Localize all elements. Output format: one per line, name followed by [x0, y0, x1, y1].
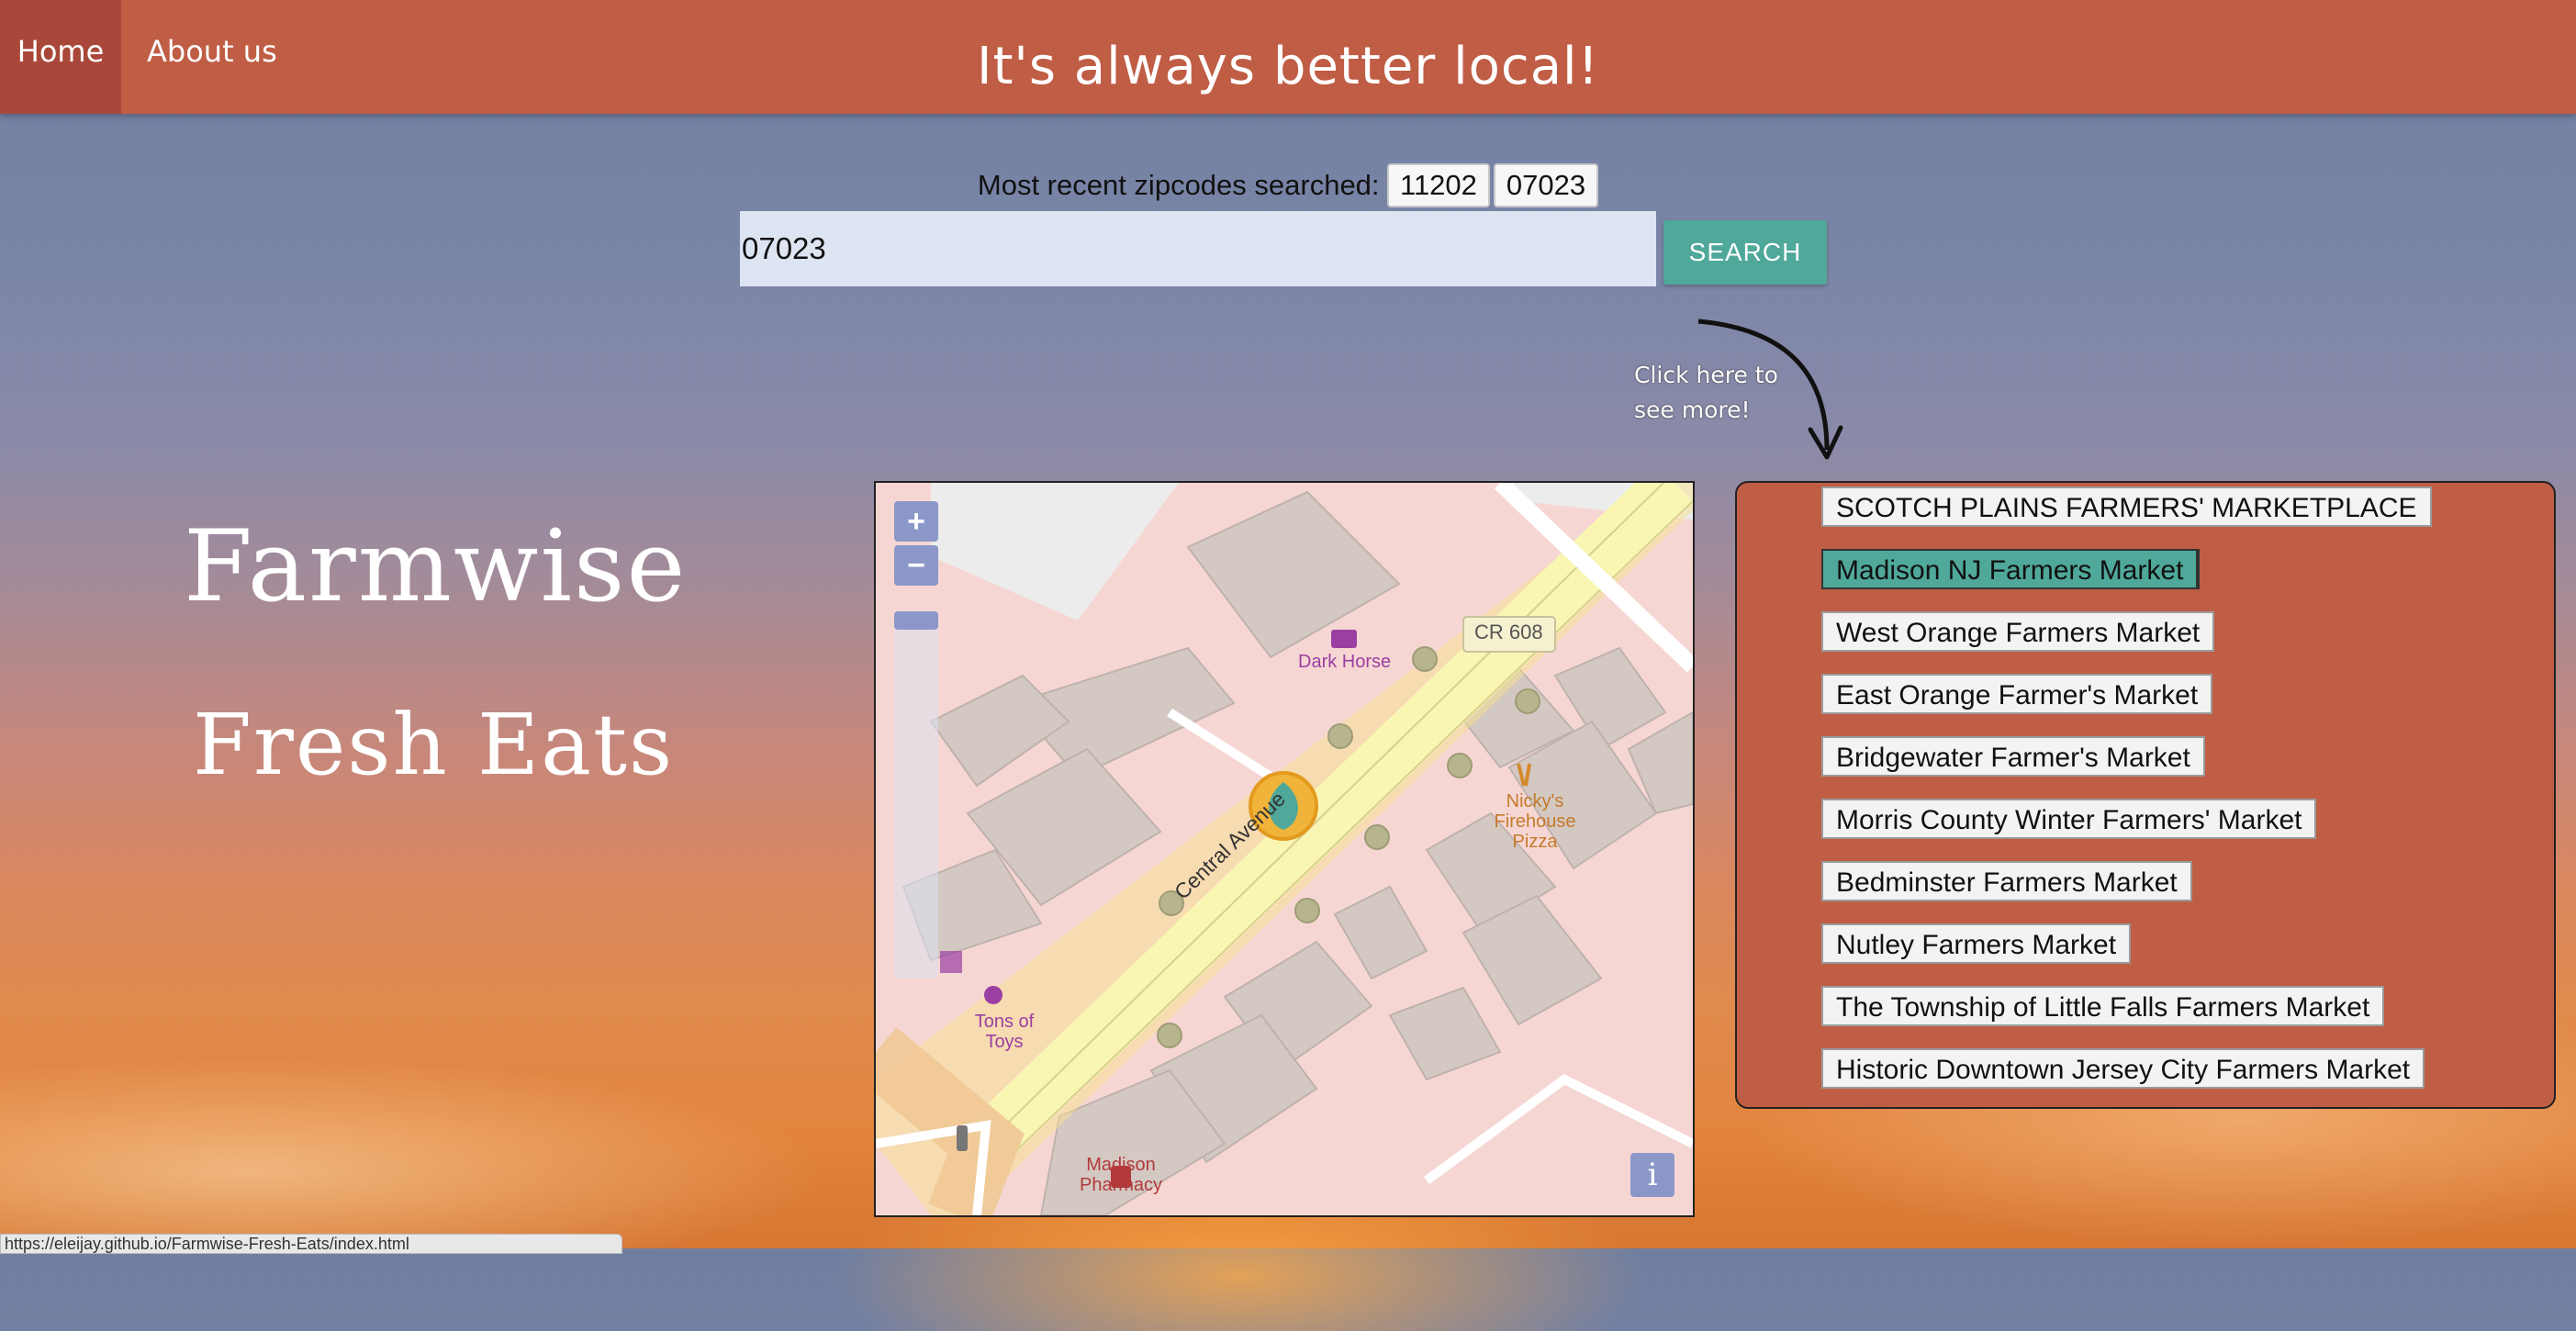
zoom-slider[interactable]: [894, 611, 938, 979]
market-item[interactable]: Morris County Winter Farmers' Market: [1821, 799, 2317, 839]
poi-nickys-line-3: Pizza: [1512, 832, 1558, 852]
search-button[interactable]: SEARCH: [1663, 220, 1827, 285]
poi-nickys-pizza: Nicky's Firehouse Pizza: [1489, 791, 1581, 852]
poi-nickys-line-1: Nicky's: [1506, 791, 1564, 811]
curved-arrow-icon: [1697, 319, 1843, 460]
route-shield-label: CR 608: [1474, 621, 1543, 643]
poi-toys-line-2: Toys: [985, 1032, 1024, 1052]
cloud-left: [0, 1056, 826, 1248]
poi-pharmacy-line-2: Pharmacy: [1079, 1175, 1163, 1195]
brand-title-farmwise: Farmwise: [184, 509, 688, 624]
market-item[interactable]: Historic Downtown Jersey City Farmers Ma…: [1821, 1048, 2425, 1089]
navbar: Home About us It's always better local!: [0, 0, 2576, 114]
recent-zipcodes: Most recent zipcodes searched: 11202 0702…: [0, 163, 2576, 207]
map-zoom-controls: + −: [894, 501, 938, 589]
market-item[interactable]: East Orange Farmer's Market: [1821, 674, 2213, 714]
poi-nickys-line-2: Firehouse: [1494, 811, 1576, 832]
poi-toys-line-1: Tons of: [974, 1012, 1035, 1032]
market-list-panel: SCOTCH PLAINS FARMERS' MARKETPLACE Madis…: [1735, 481, 2556, 1109]
recent-zip-button[interactable]: 07023: [1493, 163, 1599, 207]
market-item[interactable]: Bridgewater Farmer's Market: [1821, 736, 2205, 777]
tagline: It's always better local!: [976, 37, 1600, 96]
market-map[interactable]: CR 608 Central Avenue Dark Horse Nicky's…: [874, 481, 1695, 1217]
poi-dark-horse: Dark Horse: [1298, 652, 1392, 672]
market-item[interactable]: The Township of Little Falls Farmers Mar…: [1821, 986, 2385, 1026]
brand-title-fresh-eats: Fresh Eats: [193, 696, 675, 794]
zipcode-search-input[interactable]: 07023: [740, 211, 1656, 286]
poi-pharmacy-line-1: Madison: [1086, 1155, 1156, 1175]
map-info-button[interactable]: i: [1630, 1153, 1674, 1197]
recent-zipcodes-label: Most recent zipcodes searched:: [977, 169, 1380, 201]
poi-tons-of-toys: Tons of Toys: [958, 1012, 1050, 1052]
market-item[interactable]: Bedminster Farmers Market: [1821, 861, 2192, 901]
zoom-in-button[interactable]: +: [894, 501, 938, 542]
zoom-out-button[interactable]: −: [894, 545, 938, 586]
status-bar-url: https://eleijay.github.io/Farmwise-Fresh…: [0, 1234, 622, 1254]
market-item-selected[interactable]: Madison NJ Farmers Market: [1821, 549, 2201, 589]
market-item[interactable]: West Orange Farmers Market: [1821, 611, 2215, 652]
zoom-slider-thumb[interactable]: [894, 611, 938, 630]
market-item[interactable]: SCOTCH PLAINS FARMERS' MARKETPLACE: [1821, 487, 2432, 527]
recent-zip-button[interactable]: 11202: [1387, 163, 1490, 207]
poi-madison-pharmacy: Madison Pharmacy: [1070, 1155, 1171, 1195]
market-item[interactable]: Nutley Farmers Market: [1821, 923, 2132, 964]
